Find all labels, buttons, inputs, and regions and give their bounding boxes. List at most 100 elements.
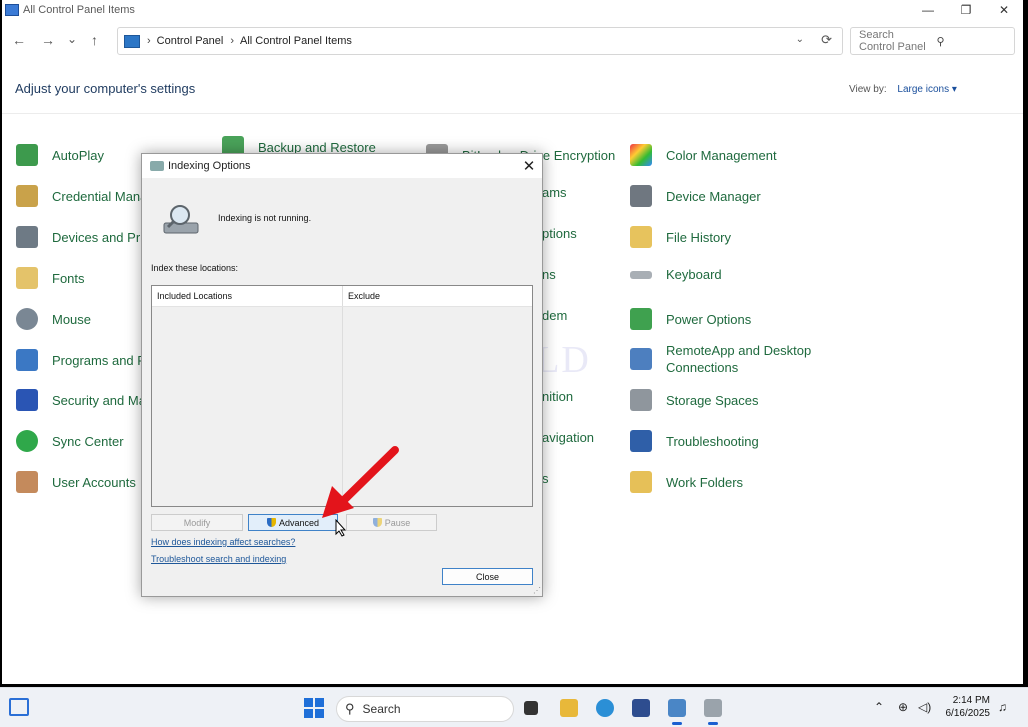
forward-arrow-icon[interactable]: →: [41, 32, 55, 48]
item-color-management[interactable]: Color Management: [630, 144, 777, 166]
network-icon[interactable]: ⊕: [898, 700, 908, 714]
item-credential-manager[interactable]: Credential Mana: [16, 185, 147, 207]
item-col3-programs[interactable]: ams: [542, 185, 567, 200]
back-arrow-icon[interactable]: ←: [12, 32, 26, 48]
title-bar: All Control Panel Items — ❐ ✕: [2, 0, 1023, 20]
dialog-title: Indexing Options: [168, 160, 251, 172]
chevron-up-icon[interactable]: ⌃: [874, 700, 884, 714]
work-folders-icon: [630, 471, 652, 493]
up-arrow-icon[interactable]: ↑: [91, 32, 98, 48]
item-user-accounts[interactable]: User Accounts: [16, 471, 136, 493]
item-col3-recognition[interactable]: nition: [542, 389, 573, 404]
item-file-history[interactable]: File History: [630, 226, 731, 248]
autoplay-icon: [16, 144, 38, 166]
item-devices-printers[interactable]: Devices and Prin: [16, 226, 150, 248]
breadcrumb-control-panel[interactable]: Control Panel: [157, 35, 224, 47]
device-manager-icon: [630, 185, 652, 207]
dialog-close-icon[interactable]: ✕: [516, 157, 542, 175]
refresh-icon[interactable]: ⟳: [821, 32, 832, 48]
credential-icon: [16, 185, 38, 207]
item-col3-modem[interactable]: dem: [542, 308, 567, 323]
search-placeholder: Search Control Panel: [859, 29, 926, 53]
recent-locations-icon[interactable]: ⌄: [67, 32, 77, 46]
page-title: Adjust your computer's settings: [15, 81, 196, 96]
edge-icon[interactable]: [596, 699, 614, 717]
maximize-button[interactable]: ❐: [947, 3, 985, 17]
locations-label: Index these locations:: [151, 263, 239, 273]
date: 6/16/2025: [945, 708, 991, 719]
control-panel-icon: [124, 34, 140, 48]
view-by-dropdown[interactable]: Large icons ▾: [897, 84, 957, 95]
col-included-locations[interactable]: Included Locations: [152, 286, 343, 306]
programs-icon: [16, 349, 38, 371]
item-col3-options[interactable]: ptions: [542, 226, 577, 241]
item-work-folders[interactable]: Work Folders: [630, 471, 743, 493]
indexing-status: Indexing is not running.: [218, 213, 312, 223]
search-input[interactable]: Search Control Panel ⚲: [850, 27, 1015, 55]
taskbar-search[interactable]: ⚲ Search: [336, 696, 514, 722]
taskbar: ⚲ Search ⌃ ⊕ ◁) 2:14 PM 6/16/2025 ♫: [0, 687, 1028, 727]
col-exclude[interactable]: Exclude: [343, 286, 380, 306]
indexing-icon: [150, 161, 164, 171]
flag-icon: [16, 389, 38, 411]
item-col3-ns[interactable]: ns: [542, 267, 556, 282]
item-remoteapp[interactable]: RemoteApp and Desktop Connections: [630, 342, 811, 376]
color-management-icon: [630, 144, 652, 166]
item-programs-features[interactable]: Programs and F: [16, 349, 145, 371]
widgets-icon[interactable]: [9, 698, 29, 716]
storage-icon: [630, 389, 652, 411]
store-icon[interactable]: [632, 699, 650, 717]
file-explorer-icon[interactable]: [560, 699, 578, 717]
resize-grip-icon[interactable]: ⋰: [533, 586, 541, 595]
shield-icon: [266, 518, 276, 527]
indexing-taskbar-icon[interactable]: [704, 699, 722, 725]
chevron-down-icon[interactable]: ⌄: [796, 34, 804, 45]
close-button[interactable]: Close: [442, 568, 533, 585]
troubleshooting-icon: [630, 430, 652, 452]
search-icon[interactable]: ⚲: [937, 35, 1007, 48]
view-by: View by: Large icons ▾: [849, 84, 957, 95]
indexing-help-link[interactable]: How does indexing affect searches?: [151, 537, 295, 547]
window-title: All Control Panel Items: [23, 4, 135, 16]
item-autoplay[interactable]: AutoPlay: [16, 144, 104, 166]
start-button[interactable]: [304, 698, 324, 718]
mouse-icon: [16, 308, 38, 330]
item-security-maintenance[interactable]: Security and Ma: [16, 389, 146, 411]
dialog-title-bar: Indexing Options ✕: [142, 154, 542, 178]
address-bar[interactable]: › Control Panel › All Control Panel Item…: [117, 27, 843, 55]
table-header: Included Locations Exclude: [152, 286, 532, 307]
power-icon: [630, 308, 652, 330]
remoteapp-icon: [630, 348, 652, 370]
item-keyboard[interactable]: Keyboard: [630, 267, 722, 282]
chevron-right-icon: ›: [147, 35, 151, 47]
bell-icon[interactable]: ♫: [998, 700, 1007, 714]
time: 2:14 PM: [952, 695, 990, 706]
item-storage-spaces[interactable]: Storage Spaces: [630, 389, 759, 411]
task-view-icon[interactable]: [524, 701, 538, 715]
divider: [2, 113, 1023, 114]
item-device-manager[interactable]: Device Manager: [630, 185, 761, 207]
modify-button[interactable]: Modify: [151, 514, 243, 531]
item-mouse[interactable]: Mouse: [16, 308, 91, 330]
file-history-icon: [630, 226, 652, 248]
item-col3-navigation[interactable]: avigation: [542, 430, 594, 445]
item-fonts[interactable]: Fonts: [16, 267, 85, 289]
item-power-options[interactable]: Power Options: [630, 308, 751, 330]
minimize-button[interactable]: —: [909, 3, 947, 17]
mouse-cursor-icon: [335, 519, 347, 537]
troubleshoot-link[interactable]: Troubleshoot search and indexing: [151, 554, 286, 564]
printer-icon: [16, 226, 38, 248]
close-window-button[interactable]: ✕: [985, 3, 1023, 17]
item-sync-center[interactable]: Sync Center: [16, 430, 124, 452]
control-panel-icon: [5, 4, 19, 16]
users-icon: [16, 471, 38, 493]
control-panel-taskbar-icon[interactable]: [668, 699, 686, 725]
search-icon: ⚲: [345, 701, 355, 716]
volume-icon[interactable]: ◁): [918, 700, 931, 714]
item-troubleshooting[interactable]: Troubleshooting: [630, 430, 759, 452]
breadcrumb-all-items[interactable]: All Control Panel Items: [240, 35, 352, 47]
fonts-folder-icon: [16, 267, 38, 289]
clock[interactable]: 2:14 PM 6/16/2025: [940, 694, 991, 720]
chevron-right-icon: ›: [230, 35, 234, 47]
indexing-status-icon: [163, 205, 199, 234]
